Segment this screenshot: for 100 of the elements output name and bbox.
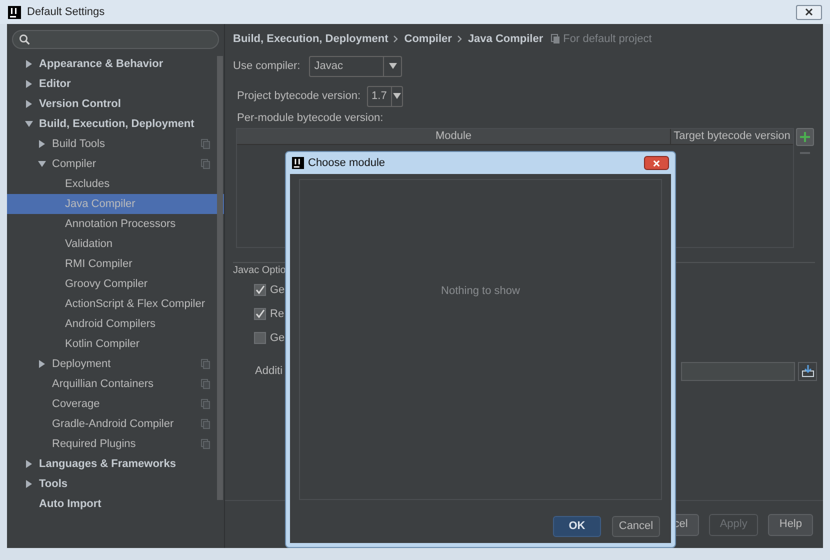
tree-item[interactable]: Required Plugins xyxy=(7,434,224,454)
close-icon xyxy=(653,160,660,166)
tree-item[interactable]: Annotation Processors xyxy=(7,214,224,234)
tree-item-label: Android Compilers xyxy=(65,316,156,332)
download-icon xyxy=(802,365,814,377)
collapsed-arrow-icon[interactable] xyxy=(25,460,33,468)
tree-item-label: Excludes xyxy=(65,176,110,192)
chevron-icon xyxy=(456,35,463,43)
check-icon xyxy=(255,285,265,295)
collapsed-arrow-icon[interactable] xyxy=(38,140,46,148)
tree-item-label: Version Control xyxy=(39,96,121,112)
tree-item[interactable]: Groovy Compiler xyxy=(7,274,224,294)
close-button[interactable] xyxy=(644,156,669,170)
tree-item[interactable]: RMI Compiler xyxy=(7,254,224,274)
tree-item[interactable]: Build Tools xyxy=(7,134,224,154)
tree-item-label: Gradle-Android Compiler xyxy=(52,416,174,432)
dialog-button[interactable]: Help xyxy=(768,514,813,536)
breadcrumb-item: Java Compiler xyxy=(468,32,544,47)
tree-item-label: Auto Import xyxy=(39,496,102,512)
expand-field-button[interactable] xyxy=(798,362,817,380)
search-field[interactable] xyxy=(12,30,219,48)
tree-item[interactable]: ActionScript & Flex Compiler xyxy=(7,294,224,314)
dropdown-arrow-icon xyxy=(392,93,401,99)
chevron-icon xyxy=(393,35,400,43)
plus-icon xyxy=(800,132,810,142)
tree-item[interactable]: Compiler xyxy=(7,154,224,174)
tree-item-label: Kotlin Compiler xyxy=(65,336,140,352)
empty-text: Nothing to show xyxy=(441,284,520,299)
dialog-button[interactable]: OK xyxy=(553,516,601,537)
section-title: Javac Optio xyxy=(233,264,286,278)
scope-note: For default project xyxy=(563,32,652,47)
checkbox[interactable] xyxy=(254,284,266,296)
tree-item[interactable]: Kotlin Compiler xyxy=(7,334,224,354)
scrollbar[interactable] xyxy=(217,56,223,500)
tree-item-label: Build Tools xyxy=(52,136,105,152)
tree-item-label: Deployment xyxy=(52,356,111,372)
tree-item-label: ActionScript & Flex Compiler xyxy=(65,296,205,312)
bytecode-dropdown[interactable]: 1.7 xyxy=(366,86,403,106)
dialog-title: Choose module xyxy=(308,156,386,171)
checkbox-label: Ge xyxy=(270,330,285,346)
tree-item[interactable]: Build, Execution, Deployment xyxy=(7,114,224,134)
collapsed-arrow-icon[interactable] xyxy=(38,360,46,368)
app-logo-icon xyxy=(8,6,21,18)
tree-item-label: Annotation Processors xyxy=(65,216,176,232)
app-logo-icon xyxy=(292,157,304,169)
tree-item-label: Coverage xyxy=(52,396,100,412)
tree-item[interactable]: Deployment xyxy=(7,354,224,374)
column-header[interactable]: Module xyxy=(237,129,671,144)
checkbox[interactable] xyxy=(254,332,266,344)
add-button[interactable] xyxy=(796,128,814,146)
tree-item-label: Groovy Compiler xyxy=(65,276,148,292)
field-label: Project bytecode version: xyxy=(237,88,361,104)
tree-item[interactable]: Version Control xyxy=(7,94,224,114)
tree-item[interactable]: Android Compilers xyxy=(7,314,224,334)
checkbox[interactable] xyxy=(254,308,266,320)
tree-item[interactable]: Validation xyxy=(7,234,224,254)
collapsed-arrow-icon[interactable] xyxy=(25,100,33,108)
tree-item-label: Appearance & Behavior xyxy=(39,56,164,72)
tree-item-label: Java Compiler xyxy=(65,196,136,212)
expanded-arrow-icon[interactable] xyxy=(25,120,33,128)
check-icon xyxy=(255,309,265,319)
tree-item[interactable]: Auto Import xyxy=(7,494,224,514)
column-header[interactable]: Target bytecode version xyxy=(671,129,793,144)
tree-item[interactable]: Tools xyxy=(7,474,224,494)
dialog-button[interactable]: Cancel xyxy=(612,516,660,537)
collapsed-arrow-icon[interactable] xyxy=(25,60,33,68)
close-button[interactable] xyxy=(796,4,822,20)
tree-item-label: Validation xyxy=(65,236,112,252)
tree-item[interactable]: Arquillian Containers xyxy=(7,374,224,394)
dropdown-arrow-icon xyxy=(388,63,397,69)
collapsed-arrow-icon[interactable] xyxy=(25,80,33,88)
field-label: Use compiler: xyxy=(233,58,300,74)
tree-item-label: Editor xyxy=(39,76,71,92)
tree-item-label: Languages & Frameworks xyxy=(39,456,176,472)
additional-options-field[interactable] xyxy=(681,362,795,380)
tree-item[interactable]: Editor xyxy=(7,74,224,94)
tree-item[interactable]: Appearance & Behavior xyxy=(7,54,224,74)
tree-item-label: Arquillian Containers xyxy=(52,376,154,392)
compiler-dropdown[interactable]: Javac xyxy=(309,56,402,76)
tree-item-label: Tools xyxy=(39,476,68,492)
checkbox-label: Ge xyxy=(270,282,285,298)
breadcrumb-item: Compiler xyxy=(404,32,452,47)
expanded-arrow-icon[interactable] xyxy=(38,160,46,168)
close-icon xyxy=(805,8,813,16)
tree-item[interactable]: Coverage xyxy=(7,394,224,414)
tree-item-label: RMI Compiler xyxy=(65,256,132,272)
project-copy-icon xyxy=(551,34,560,44)
tree-item-label: Required Plugins xyxy=(52,436,136,452)
field-label: Additi xyxy=(254,364,283,379)
tree-item[interactable]: Gradle-Android Compiler xyxy=(7,414,224,434)
tree-item-label: Build, Execution, Deployment xyxy=(39,116,194,132)
checkbox-label: Re xyxy=(270,306,284,322)
window-title: Default Settings xyxy=(27,4,105,20)
tree-item[interactable]: Languages & Frameworks xyxy=(7,454,224,474)
search-icon xyxy=(19,34,30,44)
field-label: Per-module bytecode version: xyxy=(237,110,384,126)
breadcrumb-item: Build, Execution, Deployment xyxy=(233,32,388,47)
collapsed-arrow-icon[interactable] xyxy=(25,480,33,488)
tree-item[interactable]: Excludes xyxy=(7,174,224,194)
tree-item-label: Compiler xyxy=(52,156,96,172)
